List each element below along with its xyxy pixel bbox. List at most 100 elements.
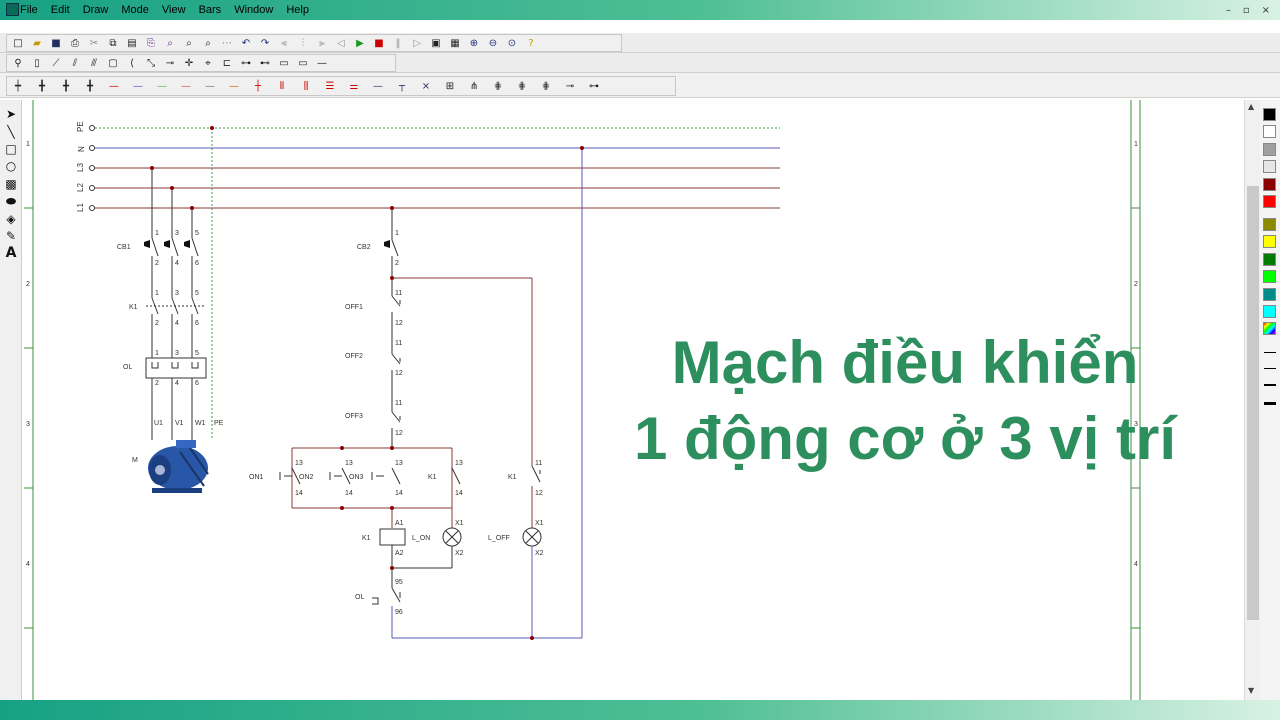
filled-ellipse-tool-icon[interactable]: ⬬ — [3, 193, 19, 209]
pointer-icon[interactable]: ➤ — [3, 106, 19, 122]
help-icon[interactable]: ? — [523, 35, 539, 51]
cut-icon[interactable]: ✂ — [86, 35, 102, 51]
undo-icon[interactable]: ↶ — [238, 35, 254, 51]
port-right-icon[interactable]: ⊶ — [586, 78, 602, 94]
box-20-icon[interactable]: ▭ — [276, 55, 292, 71]
menu-mode[interactable]: Mode — [121, 4, 149, 16]
arrow-left-icon[interactable]: ◁ — [333, 35, 349, 51]
align-right-icon[interactable]: ⫸ — [314, 35, 330, 51]
junction-4-icon[interactable]: ╋ — [82, 78, 98, 94]
bus-h3-icon[interactable]: ☰ — [322, 78, 338, 94]
pause-icon[interactable]: ‖ — [390, 35, 406, 51]
wire-n-cross-icon[interactable]: ⨯ — [418, 78, 434, 94]
terminal-strip-4-icon[interactable]: ⋕ — [514, 78, 530, 94]
wire-node-icon[interactable]: ┼ — [250, 78, 266, 94]
swatch-yellow[interactable] — [1263, 235, 1276, 248]
print-icon[interactable]: ⎙ — [67, 35, 83, 51]
line-width-4[interactable] — [1264, 402, 1276, 405]
line-width-1[interactable] — [1264, 352, 1276, 353]
swatch-red[interactable] — [1263, 195, 1276, 208]
junction-2-icon[interactable]: ╋ — [34, 78, 50, 94]
swatch-light-gray[interactable] — [1263, 160, 1276, 173]
wire-pink-icon[interactable]: — — [178, 78, 194, 94]
wire-red-icon[interactable]: — — [106, 78, 122, 94]
pin-icon[interactable]: ⚲ — [10, 55, 26, 71]
fill-bucket-icon[interactable]: ◈ — [3, 211, 19, 227]
swatch-lime[interactable] — [1263, 270, 1276, 283]
scroll-down-icon[interactable]: ▼ — [1248, 686, 1254, 695]
open-folder-icon[interactable]: ▰ — [29, 35, 45, 51]
print-preview-icon[interactable]: ⎘ — [143, 35, 159, 51]
dash-icon[interactable]: — — [314, 55, 330, 71]
junction-3-icon[interactable]: ╋ — [58, 78, 74, 94]
window-icon[interactable]: ▣ — [428, 35, 444, 51]
bus-4-icon[interactable]: ⫼ — [298, 78, 314, 94]
cross-icon[interactable]: ✛ — [181, 55, 197, 71]
paste-icon[interactable]: ▤ — [124, 35, 140, 51]
copy-icon[interactable]: ⧉ — [105, 35, 121, 51]
rectangle-tool-icon[interactable]: □ — [3, 141, 19, 157]
menu-edit[interactable]: Edit — [51, 4, 70, 16]
align-left-icon[interactable]: ⫷ — [276, 35, 292, 51]
zoom-find-icon[interactable]: ⌕ — [181, 35, 197, 51]
swatch-olive[interactable] — [1263, 218, 1276, 231]
swatch-black[interactable] — [1263, 108, 1276, 121]
junction-1-icon[interactable]: ┿ — [10, 78, 26, 94]
scroll-thumb[interactable] — [1247, 186, 1259, 620]
run-icon[interactable]: ▶ — [352, 35, 368, 51]
terminal-strip-5-icon[interactable]: ⋕ — [538, 78, 554, 94]
terminal-strip-2-icon[interactable]: ⋔ — [466, 78, 482, 94]
stop-icon[interactable]: ■ — [371, 35, 387, 51]
relay-icon[interactable]: ▢ — [105, 55, 121, 71]
wire-green-icon[interactable]: — — [154, 78, 170, 94]
wire-orange-icon[interactable]: — — [226, 78, 242, 94]
minimize-button[interactable]: – — [1226, 5, 1231, 16]
wire-gray-icon[interactable]: — — [202, 78, 218, 94]
wire-blue-icon[interactable]: — — [130, 78, 146, 94]
port-left-icon[interactable]: ⊸ — [562, 78, 578, 94]
fuse-icon[interactable]: ▯ — [29, 55, 45, 71]
connector-icon[interactable]: ⊏ — [219, 55, 235, 71]
multi-switch-icon[interactable]: ⫽ — [67, 55, 83, 71]
link-icon[interactable]: ⊶ — [238, 55, 254, 71]
line-tool-icon[interactable]: ╲ — [3, 124, 19, 140]
menu-help[interactable]: Help — [286, 4, 309, 16]
ellipse-tool-icon[interactable]: ○ — [3, 158, 19, 174]
close-button[interactable]: × — [1262, 5, 1270, 16]
swatch-custom-icon[interactable] — [1263, 322, 1276, 335]
line-width-2[interactable] — [1264, 368, 1276, 369]
zoom-fit-icon[interactable]: ⊙ — [504, 35, 520, 51]
zoom-out-icon[interactable]: ⊖ — [485, 35, 501, 51]
restore-button[interactable]: ▫ — [1243, 5, 1250, 16]
breaker-icon[interactable]: ⫻ — [86, 55, 102, 71]
terminal-icon[interactable]: ⊸ — [162, 55, 178, 71]
eyedropper-icon[interactable]: ✎ — [3, 228, 19, 244]
wire-n-icon[interactable]: — — [370, 78, 386, 94]
menu-draw[interactable]: Draw — [83, 4, 109, 16]
menu-window[interactable]: Window — [234, 4, 273, 16]
swatch-green[interactable] — [1263, 253, 1276, 266]
wire-n-tap-icon[interactable]: ┬ — [394, 78, 410, 94]
swatch-white[interactable] — [1263, 125, 1276, 138]
bus-h2-icon[interactable]: ⚌ — [346, 78, 362, 94]
bus-3-icon[interactable]: ⦀ — [274, 78, 290, 94]
contact-icon[interactable]: ⟨ — [124, 55, 140, 71]
text-tool-icon[interactable]: A — [3, 245, 19, 261]
switch-icon[interactable]: ⟋ — [48, 55, 64, 71]
line-width-3[interactable] — [1264, 384, 1276, 386]
vertical-scrollbar[interactable]: ▲ ▼ — [1244, 100, 1260, 700]
find-replace-icon[interactable]: ⌕ — [200, 35, 216, 51]
select-all-icon[interactable]: ⋯ — [219, 35, 235, 51]
node-icon[interactable]: ⌖ — [200, 55, 216, 71]
plug-icon[interactable]: ⊷ — [257, 55, 273, 71]
terminal-strip-1-icon[interactable]: ⊞ — [442, 78, 458, 94]
swatch-teal[interactable] — [1263, 288, 1276, 301]
zoom-in-icon[interactable]: ⊕ — [466, 35, 482, 51]
menu-view[interactable]: View — [162, 4, 186, 16]
align-center-icon[interactable]: ⫶ — [295, 35, 311, 51]
terminal-strip-3-icon[interactable]: ⋕ — [490, 78, 506, 94]
contact-nc-icon[interactable]: ⤡ — [143, 55, 159, 71]
box-30-icon[interactable]: ▭ — [295, 55, 311, 71]
save-icon[interactable]: ■ — [48, 35, 64, 51]
scroll-up-icon[interactable]: ▲ — [1248, 102, 1254, 111]
